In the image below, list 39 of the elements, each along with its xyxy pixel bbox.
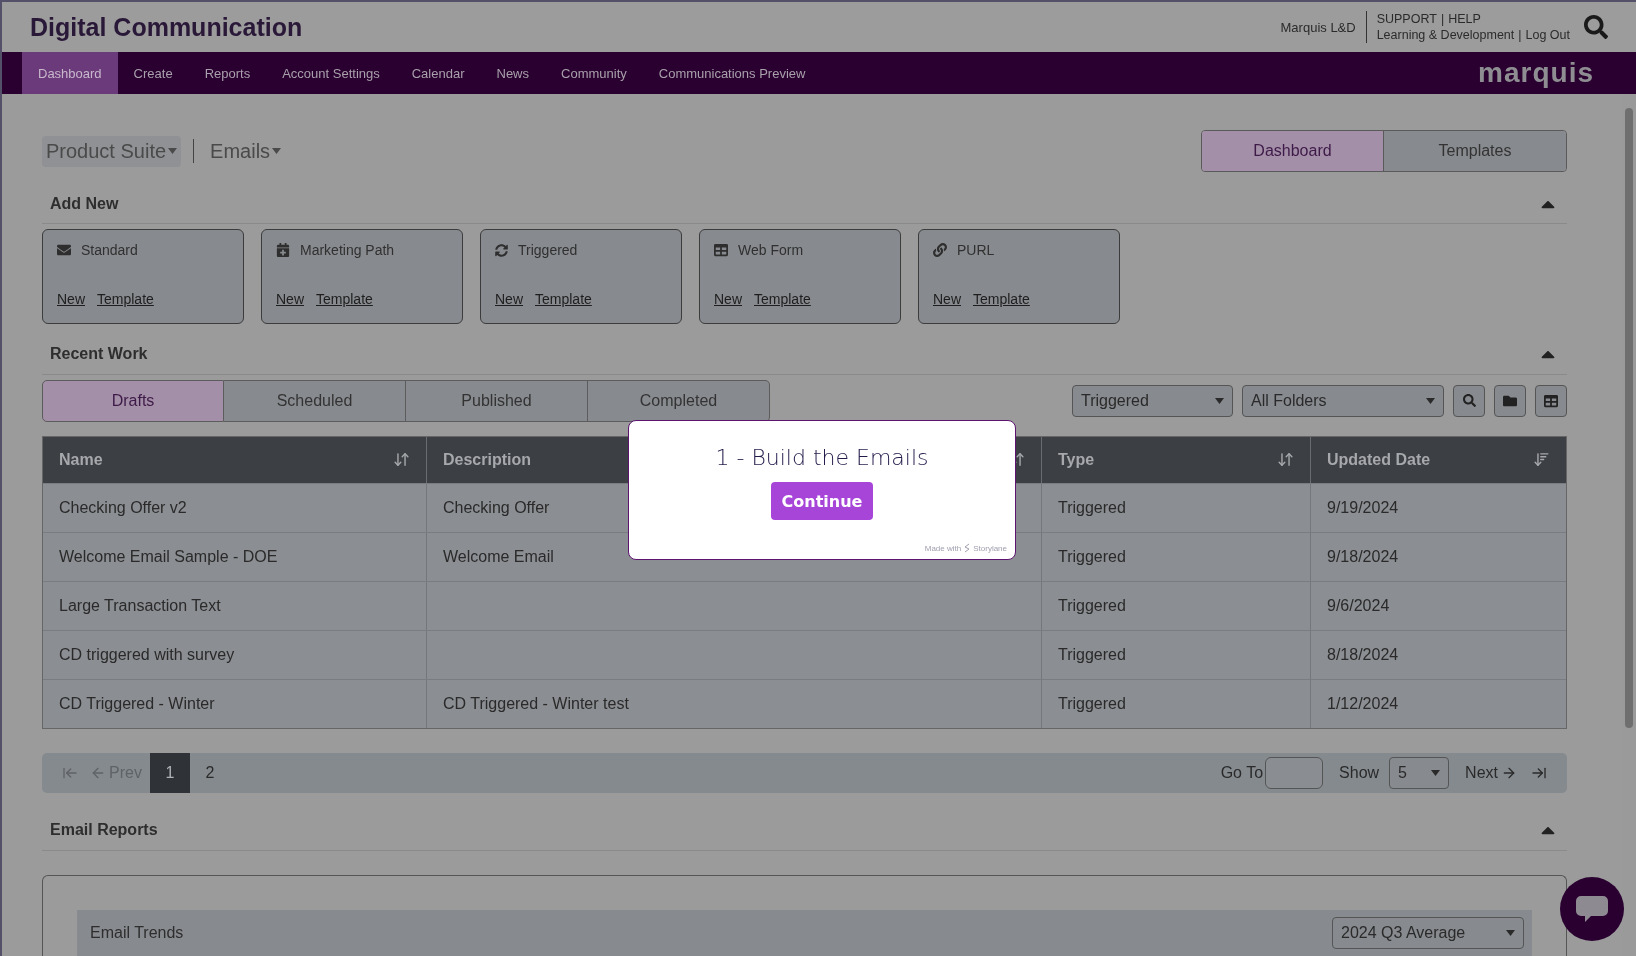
table-cell-text: 9/18/2024 [1326,546,1400,567]
show-label: Show [1339,763,1380,782]
column-title: Updated Date [1327,450,1431,469]
brand-logo: marquis [1478,57,1594,89]
credit-brand: Storylane [973,543,1007,553]
table-cell-text: 9/6/2024 [1326,595,1391,616]
table-cell: Triggered [1042,630,1311,679]
table-cell: Checking Offer v2 [43,483,427,532]
column-title: Description [443,450,531,469]
card-title: Marketing Path [300,242,395,259]
table-cell: Large Transaction Text [43,581,427,630]
user-name: Marquis L&D [1280,11,1367,43]
panel-title: Email Trends [90,924,184,942]
card-title: PURL [957,242,995,259]
table-cell-text: 9/19/2024 [1326,497,1400,518]
section-title: Recent Work [50,345,148,363]
credit-text: Made with [924,543,962,553]
column-title: Name [59,450,103,469]
table-cell: Triggered [1042,679,1311,728]
table-cell: Triggered [1042,532,1311,581]
goto-label: Go To [1220,763,1264,782]
table-cell: Triggered [1042,581,1311,630]
column-title: Type [1058,450,1095,469]
section-title: Email Reports [50,821,158,840]
link-separator: | [1518,27,1522,43]
card-title: Standard [81,242,138,259]
table-cell: CD triggered with survey [43,630,427,679]
table-cell: Welcome Email Sample - DOE [43,532,427,581]
card-title: Web Form [738,242,804,259]
link-separator: | [1440,11,1445,27]
table-cell: Triggered [1042,483,1311,532]
dialog-title: 1 - Build the Emails [715,445,929,470]
table-cell-text: 1/12/2024 [1326,693,1400,714]
section-title: Add New [50,194,119,213]
app-title: Digital Communication [30,12,304,42]
table-cell: CD Triggered - Winter [43,679,427,728]
table-cell: CD Triggered - Winter test [427,679,1042,728]
card-title: Triggered [518,242,578,259]
table-cell-text: 8/18/2024 [1326,644,1400,665]
